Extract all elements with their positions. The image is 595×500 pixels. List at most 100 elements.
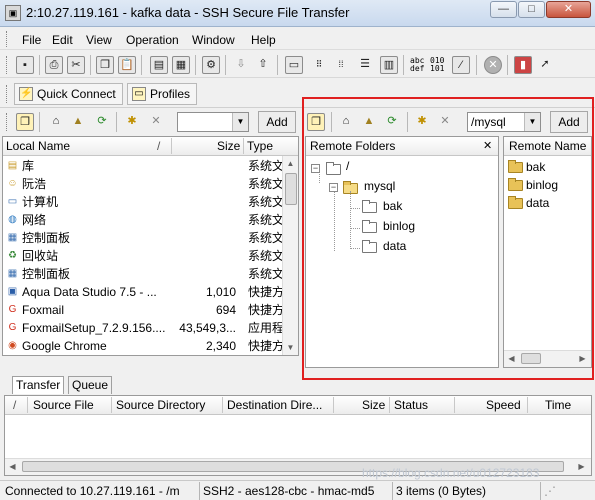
save-icon[interactable]: ▪ bbox=[16, 56, 34, 74]
menu-file[interactable]: File bbox=[22, 33, 41, 47]
user-folder-icon: ☺ bbox=[7, 178, 18, 189]
local-row-name[interactable]: 控制面板 bbox=[22, 265, 70, 283]
local-row-name[interactable]: 阮浩 bbox=[22, 175, 46, 193]
menu-view[interactable]: View bbox=[86, 33, 112, 47]
scroll-right-icon[interactable]: ▶ bbox=[574, 459, 589, 474]
menu-edit[interactable]: Edit bbox=[52, 33, 73, 47]
scroll-left-icon[interactable]: ◀ bbox=[5, 459, 20, 474]
quickbar-grip bbox=[6, 85, 9, 103]
recycle-bin-icon: ♻ bbox=[8, 250, 17, 261]
local-row-name[interactable]: 库 bbox=[22, 157, 34, 175]
new-terminal-icon[interactable]: ▤ bbox=[150, 56, 168, 74]
chevron-down-icon[interactable]: ▼ bbox=[232, 113, 248, 131]
speed-header[interactable]: Speed bbox=[486, 396, 521, 414]
local-list-header: Local Name / Size Type bbox=[3, 137, 298, 156]
local-size-header[interactable]: Size bbox=[217, 137, 240, 155]
stop-icon[interactable]: ✕ bbox=[484, 56, 502, 74]
local-name-header[interactable]: Local Name bbox=[6, 137, 70, 155]
binary-mode-icon[interactable]: 010 101 bbox=[430, 57, 444, 73]
auto-mode-icon[interactable]: ⁄ bbox=[452, 56, 470, 74]
file-view-icon[interactable]: ▭ bbox=[285, 56, 303, 74]
local-path-combo[interactable]: ▼ bbox=[177, 112, 249, 132]
destination-header[interactable]: Destination Dire... bbox=[227, 396, 322, 414]
local-refresh-icon[interactable]: ⟳ bbox=[93, 113, 111, 131]
local-row-name[interactable]: Google Chrome bbox=[22, 337, 107, 355]
scroll-thumb[interactable] bbox=[285, 173, 297, 205]
local-up-folder-icon[interactable]: ▲ bbox=[69, 113, 87, 131]
list-view-icon[interactable]: ☰ bbox=[356, 56, 374, 74]
local-new-folder-icon[interactable]: ✱ bbox=[123, 113, 141, 131]
status-connection: Connected to 10.27.119.161 - /m bbox=[5, 484, 180, 498]
local-home-icon[interactable]: ⌂ bbox=[47, 113, 65, 131]
column-divider bbox=[333, 397, 334, 413]
context-help-icon[interactable]: ➚ bbox=[536, 56, 554, 74]
local-delete-icon[interactable]: ✕ bbox=[147, 113, 165, 131]
close-button[interactable]: ✕ bbox=[546, 1, 591, 18]
large-icons-icon[interactable]: ⠿ bbox=[310, 56, 328, 74]
transfer-list[interactable]: / Source File Source Directory Destinati… bbox=[4, 395, 592, 476]
local-row-type: 应用程 bbox=[248, 321, 285, 335]
local-add-button[interactable]: Add bbox=[258, 111, 296, 133]
download-icon[interactable]: ⇩ bbox=[232, 56, 250, 74]
time-header[interactable]: Time bbox=[545, 396, 571, 414]
menu-operation[interactable]: Operation bbox=[126, 33, 179, 47]
profiles-button[interactable]: ▭ Profiles bbox=[127, 83, 198, 105]
print-icon[interactable]: ⎙ bbox=[45, 56, 63, 74]
local-row-type: 系统文 bbox=[248, 195, 285, 209]
local-vertical-scrollbar[interactable]: ▲ ▼ bbox=[282, 156, 298, 355]
local-row-name[interactable]: 计算机 bbox=[22, 193, 58, 211]
local-row-type: 系统文 bbox=[248, 213, 285, 227]
local-row-size: 2,340 bbox=[205, 339, 236, 353]
copy-icon[interactable]: ❐ bbox=[96, 56, 114, 74]
local-type-header[interactable]: Type bbox=[247, 137, 273, 155]
source-directory-header[interactable]: Source Directory bbox=[116, 396, 205, 414]
disconnect-icon[interactable]: ✂ bbox=[67, 56, 85, 74]
local-row-name[interactable]: Aqua Data Studio 7.5 - ... bbox=[22, 283, 157, 301]
new-file-transfer-icon[interactable]: ▦ bbox=[172, 56, 190, 74]
main-toolbar: ▪ ⎙ ✂ ❐ 📋 ▤ ▦ ⚙ ⇩ ⇧ ▭ ⠿ ⁞⁞ ☰ ▥ abc def 01… bbox=[0, 52, 595, 78]
watermark: https://blog.csdn.net/u012723183 bbox=[362, 466, 540, 480]
minimize-button[interactable]: — bbox=[490, 1, 517, 18]
status-header[interactable]: Status bbox=[394, 396, 428, 414]
size-header[interactable]: Size bbox=[362, 396, 385, 414]
help-book-icon[interactable]: ▮ bbox=[514, 56, 532, 74]
toolbar-separator bbox=[90, 55, 91, 75]
local-row-type: 系统文 bbox=[248, 159, 285, 173]
ascii-mode-icon[interactable]: abc def bbox=[410, 57, 424, 73]
tab-queue[interactable]: Queue bbox=[68, 376, 113, 394]
quick-connect-button[interactable]: ⚡ Quick Connect bbox=[14, 83, 123, 105]
local-file-list[interactable]: Local Name / Size Type ▤ 库系统文 ☺ 阮浩 系统文 ▭ 计算机 系统… bbox=[2, 136, 299, 356]
scroll-up-icon[interactable]: ▲ bbox=[283, 156, 298, 171]
menu-window[interactable]: Window bbox=[192, 33, 235, 47]
quick-connect-label: Quick Connect bbox=[37, 87, 116, 101]
small-icons-icon[interactable]: ⁞⁞ bbox=[332, 56, 350, 74]
local-row-name[interactable]: 回收站 bbox=[22, 247, 58, 265]
local-row-name[interactable]: FoxmailSetup_7.2.9.156.... bbox=[22, 319, 165, 337]
tab-transfer[interactable]: Transfer bbox=[12, 376, 65, 394]
local-row-name[interactable]: 控制面板 bbox=[22, 229, 70, 247]
menu-bar: File Edit View Operation Window Help bbox=[0, 28, 595, 50]
local-row-type: 快捷方 bbox=[248, 339, 285, 353]
local-row-name[interactable]: 网络 bbox=[22, 211, 46, 229]
toolbar-separator bbox=[277, 55, 278, 75]
source-file-header[interactable]: Source File bbox=[33, 396, 94, 414]
menu-help[interactable]: Help bbox=[251, 33, 276, 47]
local-row-size: 694 bbox=[215, 303, 236, 317]
local-folder-view-icon[interactable]: ❐ bbox=[16, 113, 34, 131]
details-view-icon[interactable]: ▥ bbox=[380, 56, 398, 74]
toolbar-separator bbox=[225, 55, 226, 75]
maximize-button[interactable]: □ bbox=[518, 1, 545, 18]
library-icon: ▤ bbox=[7, 160, 18, 171]
local-row-name[interactable]: Foxmail bbox=[22, 301, 64, 319]
local-row-type: 系统文 bbox=[248, 249, 285, 263]
scroll-down-icon[interactable]: ▼ bbox=[283, 340, 298, 355]
resize-grip-icon[interactable]: ⋰ bbox=[540, 482, 595, 500]
toolbar-separator bbox=[403, 55, 404, 75]
transfer-list-header: / Source File Source Directory Destinati… bbox=[5, 396, 591, 415]
binary-label-bottom: 101 bbox=[430, 64, 445, 73]
settings-icon[interactable]: ⚙ bbox=[202, 56, 220, 74]
local-toolbar-grip bbox=[6, 113, 9, 131]
paste-icon[interactable]: 📋 bbox=[118, 56, 136, 74]
upload-icon[interactable]: ⇧ bbox=[254, 56, 272, 74]
local-row-type: 系统文 bbox=[248, 177, 285, 191]
